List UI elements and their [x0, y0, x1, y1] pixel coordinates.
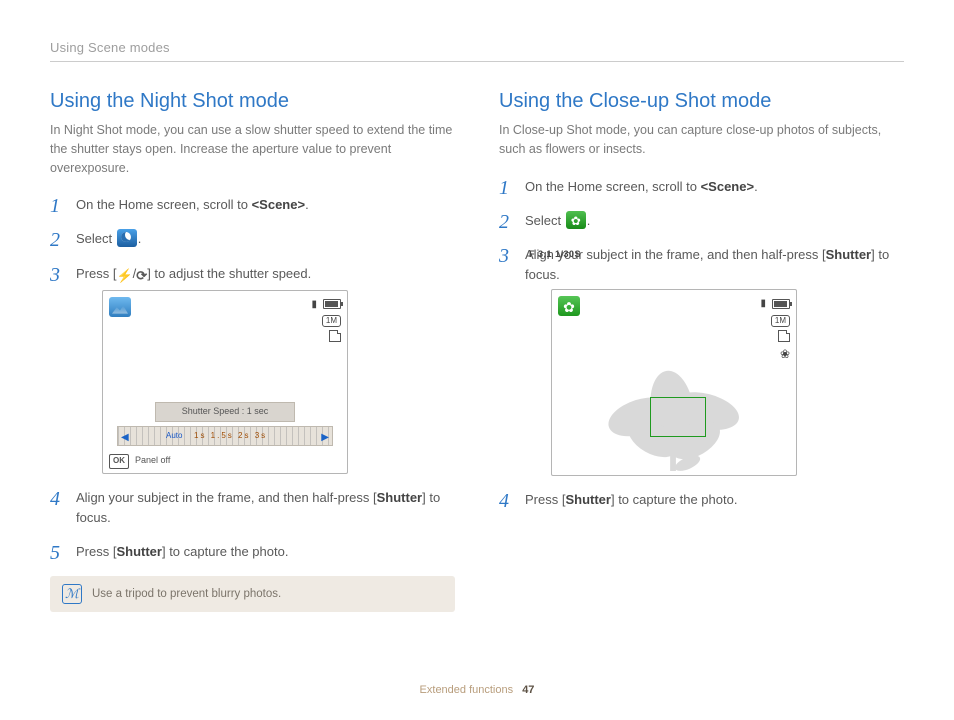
tip-icon: ℳ: [62, 584, 82, 604]
step-3-shutter: Shutter: [826, 247, 872, 262]
ruler-auto: Auto: [166, 430, 182, 442]
step-5-shutter: Shutter: [116, 544, 162, 559]
size-pill: 1M: [771, 315, 790, 327]
step-3-text-b: ] to adjust the shutter speed.: [147, 266, 311, 281]
step-5-text-a: Press [: [76, 544, 116, 559]
closeup-mode-icon: [566, 211, 586, 229]
step-4: Align your subject in the frame, and the…: [50, 488, 455, 528]
step-5: Press [Shutter] to capture the photo.: [50, 542, 455, 562]
battery-icon: [323, 299, 341, 309]
step-1: On the Home screen, scroll to <Scene>.: [50, 195, 455, 215]
night-shot-mode-icon: [117, 229, 137, 247]
breadcrumb: Using Scene modes: [50, 40, 904, 62]
intro-night-shot: In Night Shot mode, you can use a slow s…: [50, 121, 455, 177]
panel-off-label: Panel off: [135, 454, 170, 468]
step-2-text: Select: [525, 213, 565, 228]
step-1-scene: <Scene>: [252, 197, 306, 212]
battery-icon: [772, 299, 790, 309]
tip-box: ℳ Use a tripod to prevent blurry photos.: [50, 576, 455, 612]
steps-night-shot: On the Home screen, scroll to <Scene>. S…: [50, 195, 455, 562]
heading-night-shot: Using the Night Shot mode: [50, 90, 455, 113]
mode-badge-closeup-icon: [558, 296, 580, 316]
step-4-shutter: Shutter: [565, 492, 611, 507]
signal-icon: ▮: [760, 296, 766, 312]
footer-section: Extended functions: [420, 684, 514, 696]
step-2: Select .: [50, 229, 455, 249]
step-4-shutter: Shutter: [377, 490, 423, 505]
lcd-preview-night: ▮ 1M Shutter Speed : 1 sec ◀▶ Auto: [102, 290, 348, 474]
steps-closeup: On the Home screen, scroll to <Scene>. S…: [499, 177, 904, 511]
shutter-speed-label: Shutter Speed : 1 sec: [155, 402, 295, 422]
step-3: Press [⚡/⟳] to adjust the shutter speed.…: [50, 264, 455, 474]
step-4: Press [Shutter] to capture the photo.: [499, 490, 904, 510]
step-4-text-a: Align your subject in the frame, and the…: [76, 490, 377, 505]
step-1-text-c: .: [754, 179, 758, 194]
step-1-text-c: .: [305, 197, 309, 212]
step-1-text-a: On the Home screen, scroll to: [525, 179, 701, 194]
step-4-text-a: Press [: [525, 492, 565, 507]
step-1-scene: <Scene>: [701, 179, 755, 194]
intro-closeup: In Close-up Shot mode, you can capture c…: [499, 121, 904, 159]
step-5-text-c: ] to capture the photo.: [162, 544, 288, 559]
step-2-text: Select: [76, 231, 116, 246]
step-2: Select .: [499, 211, 904, 231]
step-3-text-a: Press [: [76, 266, 116, 281]
ok-button-icon: OK: [109, 454, 129, 468]
sd-card-icon: [778, 330, 790, 342]
lcd-preview-closeup: F 3.1 1/30S ▮ 1M ❀: [551, 289, 797, 476]
footer-page-number: 47: [522, 684, 534, 696]
step-1-text-a: On the Home screen, scroll to: [76, 197, 252, 212]
step-4-text-c: ] to capture the photo.: [611, 492, 737, 507]
exposure-readout: F 3.1 1/30S: [529, 248, 581, 262]
heading-closeup: Using the Close-up Shot mode: [499, 90, 904, 113]
sd-card-icon: [329, 330, 341, 342]
shutter-speed-ruler: ◀▶ Auto 1s 1.5s 2s 3s: [117, 426, 333, 446]
step-3: Align your subject in the frame, and the…: [499, 245, 904, 476]
page-footer: Extended functions 47: [0, 684, 954, 696]
content-columns: Using the Night Shot mode In Night Shot …: [50, 90, 904, 612]
signal-icon: ▮: [311, 297, 317, 313]
left-column: Using the Night Shot mode In Night Shot …: [50, 90, 455, 612]
size-pill: 1M: [322, 315, 341, 327]
step-1: On the Home screen, scroll to <Scene>.: [499, 177, 904, 197]
flash-icon: ⚡: [116, 266, 132, 286]
ruler-marks: 1s 1.5s 2s 3s: [194, 430, 267, 442]
focus-rectangle: [650, 397, 706, 437]
timer-icon: ⟳: [136, 266, 147, 286]
mode-badge-night-icon: [109, 297, 131, 317]
tip-text: Use a tripod to prevent blurry photos.: [92, 588, 281, 600]
right-column: Using the Close-up Shot mode In Close-up…: [499, 90, 904, 612]
